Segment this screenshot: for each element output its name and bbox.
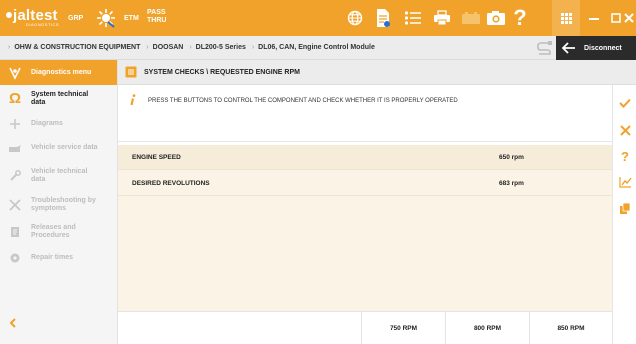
pass-thru-line1: PASS [147, 9, 166, 16]
graph-icon[interactable] [617, 174, 633, 190]
instruction-text: PRESS THE BUTTONS TO CONTROL THE COMPONE… [148, 98, 458, 104]
camera-icon[interactable] [484, 6, 508, 30]
top-bar: jaltest DIAGNOSTICS GRP ETM PASS THRU ? [0, 0, 636, 36]
grp-button[interactable]: GRP [68, 15, 83, 22]
report-icon[interactable] [371, 6, 395, 30]
help-icon[interactable]: ? [508, 6, 532, 30]
page-title-bar: SYSTEM CHECKS \ REQUESTED ENGINE RPM [118, 60, 612, 85]
cancel-x-icon[interactable] [617, 122, 633, 138]
sidebar-item-vehicle-technical-data[interactable]: Vehicle technical data [0, 161, 117, 191]
help-settings-icon[interactable]: ? [617, 148, 633, 164]
breadcrumb-item[interactable]: DL06, CAN, Engine Control Module [258, 44, 375, 51]
pass-thru-line2: THRU [147, 17, 167, 24]
sidebar-item-label: Diagrams [31, 120, 63, 127]
sidebar-item-repair-times[interactable]: Repair times [0, 245, 117, 271]
sidebar-item-label: Repair times [31, 254, 74, 261]
copy-documents-icon[interactable] [617, 200, 633, 216]
parameter-table: ENGINE SPEED 650 rpm DESIRED REVOLUTIONS… [118, 145, 612, 311]
rpm-850-button[interactable]: 850 RPM [529, 312, 612, 344]
parameter-value: 683 rpm [499, 179, 524, 187]
disconnect-label: Disconnect [584, 44, 622, 52]
action-button-bar: 750 RPM 800 RPM 850 RPM [118, 311, 612, 344]
gear-icon [8, 251, 22, 265]
breadcrumb-item[interactable]: DOOSAN [153, 44, 184, 51]
diagnostics-menu-icon [9, 67, 21, 80]
info-icon [130, 94, 136, 106]
instruction-panel: PRESS THE BUTTONS TO CONTROL THE COMPONE… [118, 85, 612, 142]
breadcrumb-item[interactable]: DL200-5 Series [196, 44, 246, 51]
collapse-chevron-icon[interactable] [8, 318, 18, 328]
confirm-check-icon[interactable] [617, 95, 633, 111]
connector-cable-icon [536, 41, 552, 56]
sidebar-item-vehicle-service-data[interactable]: Vehicle service data [0, 135, 117, 161]
sidebar-item-diagrams[interactable]: Diagrams [0, 113, 117, 135]
pass-thru-button[interactable]: PASS THRU [147, 9, 166, 25]
rpm-800-button[interactable]: 800 RPM [445, 312, 529, 344]
apps-grid-icon[interactable] [552, 0, 580, 36]
main-panel: SYSTEM CHECKS \ REQUESTED ENGINE RPM PRE… [118, 60, 612, 344]
parameter-value: 650 rpm [499, 153, 524, 161]
right-toolbar-header [612, 60, 636, 85]
printer-icon[interactable] [430, 6, 454, 30]
parameter-name: ENGINE SPEED [132, 153, 181, 161]
tools-icon [8, 198, 22, 212]
globe-icon[interactable] [343, 6, 367, 30]
list-document-icon [125, 66, 137, 78]
omega-icon: Ω [8, 90, 22, 107]
right-toolbar: ? [612, 85, 636, 344]
close-icon[interactable] [622, 0, 636, 36]
sidebar: Diagnostics menu Ω System technical data… [0, 60, 118, 344]
document-icon [8, 225, 22, 239]
sidebar-item-troubleshooting[interactable]: Troubleshooting by symptoms [0, 191, 117, 219]
logo-subtitle: DIAGNOSTICS [26, 22, 60, 27]
etm-button[interactable]: ETM [124, 15, 139, 22]
sidebar-item-label: Vehicle technical data [31, 168, 88, 183]
table-row: ENGINE SPEED 650 rpm [118, 145, 612, 170]
breadcrumb-item[interactable]: OHW & CONSTRUCTION EQUIPMENT [14, 44, 140, 51]
sidebar-item-label: Releases and Procedures [31, 224, 76, 239]
sidebar-item-releases-procedures[interactable]: Releases and Procedures [0, 219, 117, 245]
rpm-750-button[interactable]: 750 RPM [361, 312, 445, 344]
table-row: DESIRED REVOLUTIONS 683 rpm [118, 171, 612, 196]
battery-icon[interactable] [459, 6, 483, 30]
diagram-icon [8, 117, 22, 131]
page-title: SYSTEM CHECKS \ REQUESTED ENGINE RPM [144, 68, 300, 76]
oil-can-icon [8, 141, 22, 155]
jaltest-logo[interactable]: jaltest DIAGNOSTICS [6, 8, 59, 27]
disconnect-button[interactable]: Disconnect [556, 36, 636, 60]
sidebar-item-label: Vehicle service data [31, 144, 98, 151]
parameter-name: DESIRED REVOLUTIONS [132, 179, 210, 187]
list-icon[interactable] [401, 6, 425, 30]
sidebar-item-label: System technical data [31, 91, 89, 106]
breadcrumb: › OHW & CONSTRUCTION EQUIPMENT › DOOSAN › D… [8, 44, 375, 51]
wrench-icon [8, 169, 22, 183]
diagnostics-menu-header[interactable]: Diagnostics menu [0, 60, 117, 85]
diagnostic-tool-icon[interactable] [96, 8, 116, 28]
diagnostics-menu-label: Diagnostics menu [31, 69, 92, 76]
sidebar-item-system-technical-data[interactable]: Ω System technical data [0, 85, 117, 113]
sidebar-item-label: Troubleshooting by symptoms [31, 197, 96, 212]
breadcrumb-bar: › OHW & CONSTRUCTION EQUIPMENT › DOOSAN › D… [0, 36, 636, 60]
back-arrow-icon [562, 42, 575, 54]
